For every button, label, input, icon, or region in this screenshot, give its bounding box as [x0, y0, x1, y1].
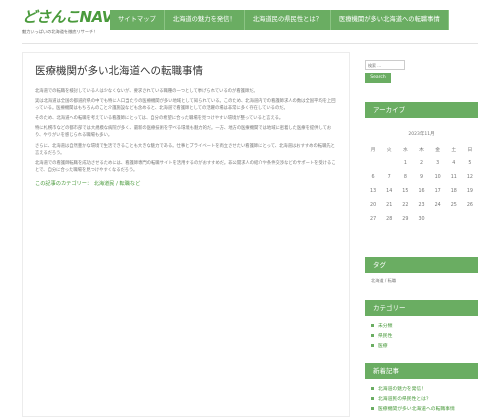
category-item[interactable]: 県民性 [371, 332, 392, 342]
calendar-day: 10 [434, 174, 441, 180]
calendar-day: 3 [436, 160, 440, 166]
calendar-header: 金 [435, 147, 441, 153]
calendar-day: 8 [403, 174, 407, 180]
category-widget-title: カテゴリー [365, 300, 478, 316]
calendar-day: 14 [386, 188, 393, 194]
bullet-icon [371, 324, 374, 327]
bullet-icon [371, 344, 374, 347]
post-paragraph: さらに、北海道は自然豊かな環境で生活できることも大きな魅力である。仕事とプライベ… [35, 143, 335, 156]
calendar-day: 6 [371, 174, 375, 180]
calendar-header: 火 [386, 147, 392, 153]
calendar-day: 19 [466, 188, 473, 194]
calendar-day [365, 156, 381, 170]
calendar-day: 11 [450, 174, 457, 180]
calendar-header: 水 [402, 147, 408, 153]
calendar-day: 9 [419, 174, 424, 180]
post-paragraph: 特に札幌市などの都市部では大規模な病院が多く、最新の医療技術を学べる環境も魅力的… [35, 126, 332, 139]
calendar-table: 月 火 水 木 金 土 日 1 2 3 4 5 6 7 8 9 10 11 12… [365, 142, 478, 226]
calendar-caption: 2023年11月 [408, 132, 435, 137]
sidebar: Search アーカイブ 2023年11月 月 火 水 木 金 土 日 [365, 52, 478, 417]
recent-posts-list: 北海道の魅力を発信！ 北海道民の県民性とは？ 医療機関が多い北海道への転職事情 [371, 385, 455, 415]
recent-post-item[interactable]: 北海道民の県民性とは？ [371, 395, 455, 405]
bullet-icon [371, 397, 374, 400]
calendar-day [381, 156, 397, 170]
bullet-icon [371, 334, 374, 337]
category-item[interactable]: 医療 [371, 342, 392, 352]
post-meta-prefix: この記事のカテゴリー： [35, 180, 93, 187]
calendar-day: 26 [466, 202, 473, 208]
calendar-day: 29 [402, 216, 409, 222]
post-paragraph: 北海道での看護師転職を成功させるためには、看護師専門の転職サイトを活用するのがお… [35, 160, 336, 173]
calendar-header: 日 [467, 147, 473, 153]
search-button[interactable]: Search [365, 73, 391, 83]
tag-widget-title: タグ [365, 257, 478, 273]
calendar-day: 25 [450, 202, 457, 208]
calendar-day: 21 [386, 202, 393, 208]
nav-item-prefectural-character[interactable]: 北海道民の県民性とは？ [244, 10, 332, 30]
bullet-icon [371, 387, 374, 390]
nav-item-sitemap[interactable]: サイトマップ [110, 10, 165, 30]
category-item[interactable]: 未分類 [371, 322, 392, 332]
nav-item-hokkaido-appeal[interactable]: 北海道の魅力を発信！ [164, 10, 245, 30]
tag-cloud[interactable]: 北海道 / 転職 [371, 278, 396, 284]
post-meta: この記事のカテゴリー： 北海道民 / 転職など [35, 180, 337, 187]
calendar-day: 13 [370, 188, 377, 194]
calendar-day: 16 [418, 188, 425, 194]
calendar-header: 木 [419, 147, 424, 153]
calendar-day: 17 [434, 188, 441, 194]
calendar-day: 18 [450, 188, 457, 194]
calendar-day: 27 [370, 216, 377, 222]
recent-post-item[interactable]: 北海道の魅力を発信！ [371, 385, 455, 395]
bullet-icon [371, 407, 374, 410]
calendar-day: 5 [468, 160, 472, 166]
post-paragraph: 北海道での転職を検討している人は少なくないが、要求されている職種の一つとして挙げ… [35, 89, 258, 94]
site-header: どさんこNAVI 魅力いっぱいの北海道を徹底リサーチ！ サイトマップ 北海道の魅… [0, 0, 500, 42]
calendar-day: 7 [387, 174, 391, 180]
calendar-day: 24 [434, 202, 441, 208]
archive-calendar: 2023年11月 月 火 水 木 金 土 日 1 2 3 4 5 6 7 8 9… [365, 127, 478, 226]
calendar-day [430, 212, 446, 226]
category-list: 未分類 県民性 医療 [371, 322, 392, 352]
site-tagline: 魅力いっぱいの北海道を徹底リサーチ！ [22, 29, 98, 34]
calendar-day [462, 212, 478, 226]
calendar-header: 月 [370, 147, 376, 153]
search-widget: Search [365, 60, 478, 83]
header-divider [22, 43, 478, 44]
calendar-day: 12 [466, 174, 473, 180]
calendar-day: 2 [419, 160, 424, 166]
calendar-day: 28 [386, 216, 393, 222]
calendar-day: 22 [402, 202, 409, 208]
main-nav: サイトマップ 北海道の魅力を発信！ 北海道民の県民性とは？ 医療機関が多い北海道… [110, 10, 449, 30]
post-title: 医療機関が多い北海道への転職事情 [35, 65, 203, 77]
calendar-day: 1 [403, 160, 407, 166]
archive-widget-title: アーカイブ [365, 102, 478, 118]
calendar-day [446, 212, 462, 226]
recent-post-item[interactable]: 医療機関が多い北海道への転職事情 [371, 405, 455, 415]
post-meta-tags[interactable]: 北海道民 / 転職など [94, 181, 141, 187]
recent-widget-title: 新着記事 [365, 363, 478, 379]
calendar-header: 土 [451, 147, 457, 153]
post-paragraph: そのため、北海道への転職を考えている看護師にとっては、自分の希望に合った職場を見… [35, 116, 284, 122]
calendar-day: 23 [418, 202, 425, 208]
calendar-day: 15 [402, 188, 409, 194]
calendar-day: 4 [452, 160, 456, 166]
nav-item-medical-jobs[interactable]: 医療機関が多い北海道への転職事情 [331, 10, 449, 30]
post-paragraph: 実は北海道は全国の都道府県の中でも特に人口当たりの医療機関が多い地域として知られ… [35, 99, 336, 112]
search-input[interactable] [365, 60, 405, 70]
calendar-day: 20 [370, 202, 377, 208]
calendar-day: 30 [418, 216, 425, 222]
site-logo[interactable]: どさんこNAVI [22, 6, 118, 27]
main-content: 医療機関が多い北海道への転職事情 北海道での転職を検討している人は少なくないが、… [22, 52, 350, 417]
